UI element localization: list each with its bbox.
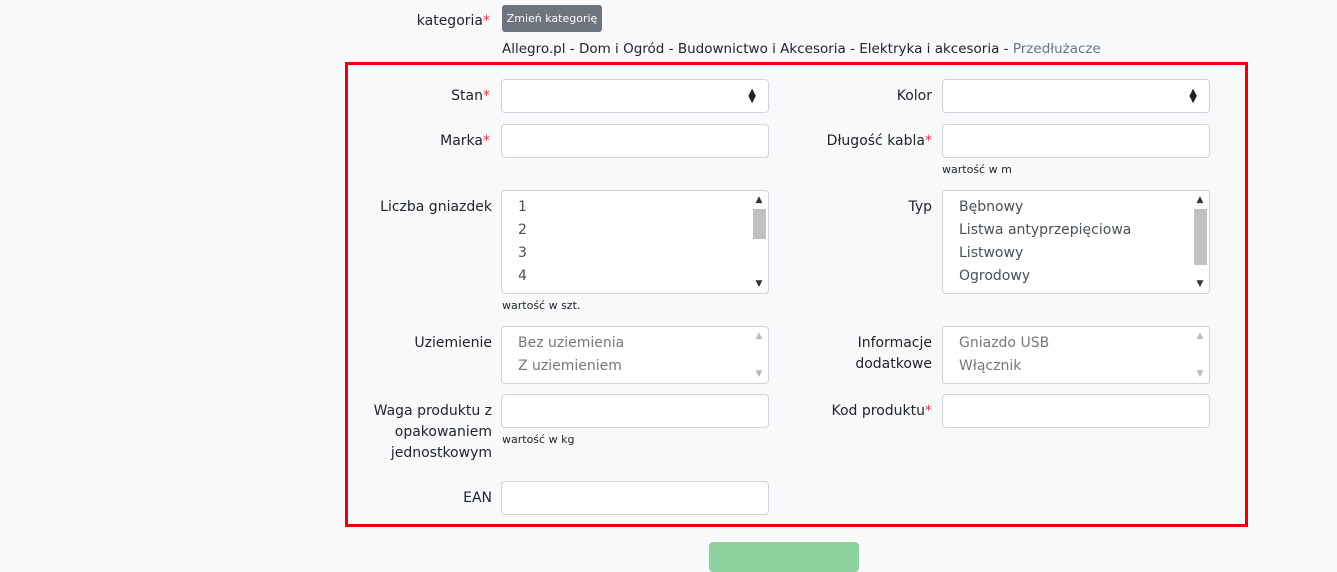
required-mark: * bbox=[483, 13, 490, 29]
kod-label: Kod produktu* bbox=[831, 403, 932, 419]
liczba-hint: wartość w szt. bbox=[502, 299, 581, 312]
kolor-select[interactable]: ▲ ▼ bbox=[942, 79, 1210, 113]
list-option[interactable]: Listwa antyprzepięciowa bbox=[959, 222, 1131, 238]
uziemienie-listbox[interactable]: Bez uziemienia Z uziemieniem ▲ ▼ bbox=[501, 326, 769, 384]
list-option[interactable]: Z uziemieniem bbox=[518, 358, 622, 374]
scrollbar: ▲ ▼ bbox=[1192, 328, 1208, 382]
category-label: kategoria* bbox=[380, 11, 490, 32]
list-option[interactable]: Listwowy bbox=[959, 245, 1023, 261]
list-option[interactable]: Bez uziemienia bbox=[518, 335, 624, 351]
list-option[interactable]: Ogrodowy bbox=[959, 268, 1030, 284]
list-option[interactable]: Gniazdo USB bbox=[959, 335, 1049, 351]
stan-select[interactable]: ▲ ▼ bbox=[501, 79, 769, 113]
uziemienie-label: Uziemienie bbox=[414, 335, 492, 351]
waga-input[interactable] bbox=[501, 394, 769, 428]
scroll-down-icon[interactable]: ▼ bbox=[751, 279, 767, 289]
typ-listbox[interactable]: Bębnowy Listwa antyprzepięciowa Listwowy… bbox=[942, 190, 1210, 294]
category-current: Przedłużacze bbox=[1012, 41, 1101, 57]
typ-label: Typ bbox=[908, 199, 932, 215]
dlugosc-input[interactable] bbox=[942, 124, 1210, 158]
waga-label: Waga produktu z opakowaniem jednostkowym bbox=[373, 403, 492, 461]
category-path: Allegro.pl - Dom i Ogród - Budownictwo i… bbox=[502, 41, 1013, 57]
info-label-line1: Informacje bbox=[857, 335, 932, 351]
scrollbar[interactable]: ▲ ▼ bbox=[1192, 192, 1208, 292]
list-option[interactable]: Włącznik bbox=[959, 358, 1021, 374]
kod-input[interactable] bbox=[942, 394, 1210, 428]
scroll-down-icon: ▼ bbox=[755, 369, 763, 379]
change-category-button-label: Zmień kategorię bbox=[506, 12, 598, 25]
dlugosc-hint: wartość w m bbox=[942, 163, 1012, 176]
ean-label: EAN bbox=[463, 490, 492, 506]
list-option[interactable]: 4 bbox=[518, 268, 527, 284]
submit-button[interactable] bbox=[709, 542, 859, 572]
scrollbar: ▲ ▼ bbox=[751, 328, 767, 382]
select-arrows-icon: ▲ ▼ bbox=[748, 87, 756, 105]
change-category-button[interactable]: Zmień kategorię bbox=[502, 5, 602, 32]
list-option[interactable]: Bębnowy bbox=[959, 199, 1023, 215]
ean-input[interactable] bbox=[501, 481, 769, 515]
scrollbar[interactable]: ▲ ▼ bbox=[751, 192, 767, 292]
list-option[interactable]: 3 bbox=[518, 245, 527, 261]
scroll-up-icon: ▲ bbox=[1196, 331, 1204, 341]
liczba-listbox[interactable]: 1 2 3 4 ▲ ▼ bbox=[501, 190, 769, 294]
category-breadcrumb: Allegro.pl - Dom i Ogród - Budownictwo i… bbox=[502, 41, 1101, 57]
select-arrows-icon: ▲ ▼ bbox=[1189, 87, 1197, 105]
dlugosc-label: Długość kabla* bbox=[826, 133, 932, 149]
liczba-label: Liczba gniazdek bbox=[380, 199, 492, 215]
scroll-up-icon[interactable]: ▲ bbox=[1192, 195, 1208, 205]
scroll-down-icon[interactable]: ▼ bbox=[1192, 279, 1208, 289]
waga-hint: wartość w kg bbox=[502, 433, 575, 446]
info-listbox[interactable]: Gniazdo USB Włącznik ▲ ▼ bbox=[942, 326, 1210, 384]
list-option[interactable]: 2 bbox=[518, 222, 527, 238]
scroll-up-icon: ▲ bbox=[755, 331, 763, 341]
marka-input[interactable] bbox=[501, 124, 769, 158]
stan-label: Stan* bbox=[451, 88, 490, 104]
scroll-down-icon: ▼ bbox=[1196, 369, 1204, 379]
info-label-line2: dodatkowe bbox=[855, 356, 932, 372]
scroll-up-icon[interactable]: ▲ bbox=[751, 195, 767, 205]
scrollbar-thumb[interactable] bbox=[753, 209, 766, 239]
marka-label: Marka* bbox=[440, 133, 490, 149]
kolor-label: Kolor bbox=[896, 88, 932, 104]
info-label: Informacje dodatkowe bbox=[800, 333, 932, 375]
list-option[interactable]: 1 bbox=[518, 199, 527, 215]
scrollbar-thumb[interactable] bbox=[1194, 209, 1207, 265]
category-label-text: kategoria bbox=[416, 13, 483, 29]
